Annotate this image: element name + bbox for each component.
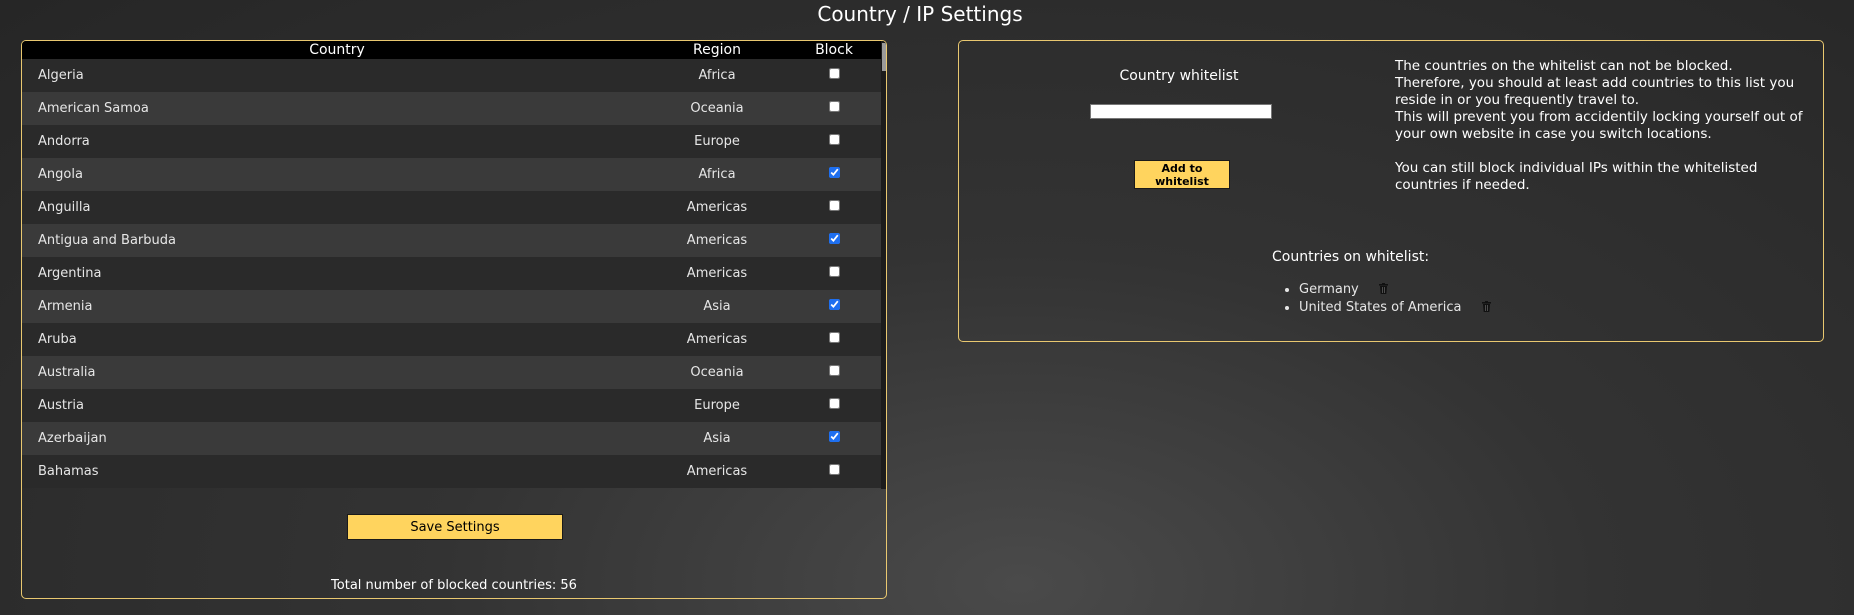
block-checkbox[interactable] — [828, 332, 840, 343]
country-cell: Australia — [22, 356, 652, 389]
table-header-row: Country Region Block — [22, 41, 886, 59]
trash-icon[interactable] — [1378, 282, 1388, 299]
block-cell — [782, 356, 886, 389]
country-table-body: Algeria Africa American Samoa Oceania Andorr… — [22, 59, 886, 488]
block-checkbox[interactable] — [828, 398, 840, 409]
block-checkbox[interactable] — [828, 431, 840, 442]
country-cell: Anguilla — [22, 191, 652, 224]
table-row: Austria Europe — [22, 389, 886, 422]
page-title: Country / IP Settings — [817, 2, 1023, 26]
column-header-region: Region — [652, 41, 782, 59]
table-row: Angola Africa — [22, 158, 886, 191]
table-row: Azerbaijan Asia — [22, 422, 886, 455]
block-checkbox[interactable] — [828, 68, 840, 79]
whitelist-country-name: United States of America — [1299, 300, 1462, 315]
info-line: The countries on the whitelist can not b… — [1395, 58, 1733, 74]
country-cell: Armenia — [22, 290, 652, 323]
country-table: Country Region Block Algeria Africa Americ… — [22, 41, 886, 488]
block-cell — [782, 290, 886, 323]
region-cell: Asia — [652, 290, 782, 323]
country-cell: Algeria — [22, 59, 652, 92]
blocked-count-summary: Total number of blocked countries: 56 — [331, 578, 577, 593]
region-cell: Oceania — [652, 356, 782, 389]
whitelist-panel: Country whitelist Add to whitelist The c… — [958, 40, 1824, 342]
table-row: Armenia Asia — [22, 290, 886, 323]
table-row: American Samoa Oceania — [22, 92, 886, 125]
country-cell: Angola — [22, 158, 652, 191]
scrollbar-thumb[interactable] — [882, 43, 886, 71]
whitelist-country-input[interactable] — [1090, 104, 1272, 119]
block-checkbox[interactable] — [828, 365, 840, 376]
block-checkbox[interactable] — [828, 464, 840, 475]
region-cell: Americas — [652, 257, 782, 290]
info-line: This will prevent you from accidentily l… — [1395, 109, 1803, 142]
region-cell: Africa — [652, 59, 782, 92]
block-checkbox[interactable] — [828, 167, 840, 178]
table-row: Aruba Americas — [22, 323, 886, 356]
trash-icon[interactable] — [1481, 300, 1491, 317]
block-checkbox[interactable] — [828, 200, 840, 211]
table-row: Antigua and Barbuda Americas — [22, 224, 886, 257]
table-row: Australia Oceania — [22, 356, 886, 389]
list-item: Germany — [1299, 281, 1491, 299]
region-cell: Americas — [652, 224, 782, 257]
info-line: Therefore, you should at least add count… — [1395, 75, 1795, 108]
list-item: United States of America — [1299, 299, 1491, 317]
country-cell: Bahamas — [22, 455, 652, 488]
save-settings-button[interactable]: Save Settings — [347, 514, 563, 540]
block-cell — [782, 323, 886, 356]
region-cell: Americas — [652, 455, 782, 488]
block-checkbox[interactable] — [828, 299, 840, 310]
whitelist-list: Germany United States of America — [1283, 281, 1491, 317]
region-cell: Americas — [652, 323, 782, 356]
region-cell: Americas — [652, 191, 782, 224]
whitelist-list-title: Countries on whitelist: — [1272, 249, 1430, 265]
block-checkbox[interactable] — [828, 266, 840, 277]
whitelist-country-name: Germany — [1299, 282, 1359, 297]
country-cell: Argentina — [22, 257, 652, 290]
block-cell — [782, 455, 886, 488]
country-block-panel: Country Region Block Algeria Africa Americ… — [21, 40, 887, 599]
region-cell: Asia — [652, 422, 782, 455]
region-cell: Europe — [652, 389, 782, 422]
region-cell: Africa — [652, 158, 782, 191]
block-cell — [782, 422, 886, 455]
table-row: Argentina Americas — [22, 257, 886, 290]
region-cell: Oceania — [652, 92, 782, 125]
country-table-scroll: Country Region Block Algeria Africa Americ… — [22, 41, 886, 489]
column-header-block: Block — [782, 41, 886, 59]
info-line: You can still block individual IPs withi… — [1395, 160, 1758, 193]
region-cell: Europe — [652, 125, 782, 158]
country-cell: Aruba — [22, 323, 652, 356]
block-cell — [782, 125, 886, 158]
whitelist-info: The countries on the whitelist can not b… — [1395, 58, 1815, 194]
block-cell — [782, 257, 886, 290]
block-cell — [782, 158, 886, 191]
block-cell — [782, 389, 886, 422]
block-cell — [782, 191, 886, 224]
table-row: Algeria Africa — [22, 59, 886, 92]
table-row: Anguilla Americas — [22, 191, 886, 224]
column-header-country: Country — [22, 41, 652, 59]
whitelist-label: Country whitelist — [1119, 68, 1239, 84]
block-cell — [782, 224, 886, 257]
country-cell: Andorra — [22, 125, 652, 158]
country-cell: Antigua and Barbuda — [22, 224, 652, 257]
block-checkbox[interactable] — [828, 134, 840, 145]
country-cell: Austria — [22, 389, 652, 422]
block-checkbox[interactable] — [828, 233, 840, 244]
table-scrollbar[interactable] — [881, 41, 886, 489]
country-cell: American Samoa — [22, 92, 652, 125]
country-cell: Azerbaijan — [22, 422, 652, 455]
table-row: Bahamas Americas — [22, 455, 886, 488]
add-to-whitelist-button[interactable]: Add to whitelist — [1134, 160, 1230, 189]
table-row: Andorra Europe — [22, 125, 886, 158]
block-cell — [782, 92, 886, 125]
block-cell — [782, 59, 886, 92]
block-checkbox[interactable] — [828, 101, 840, 112]
